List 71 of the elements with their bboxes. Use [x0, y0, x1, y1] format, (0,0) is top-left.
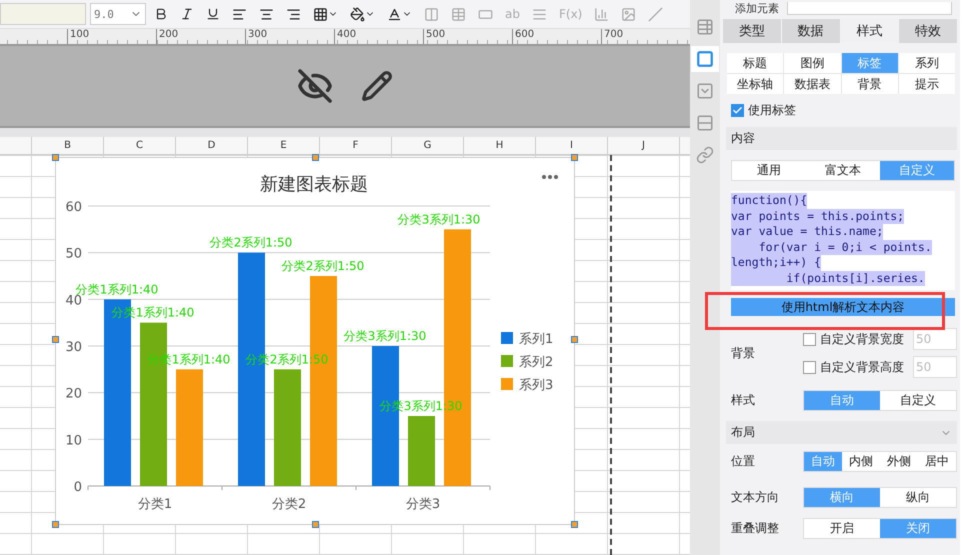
- section-header[interactable]: 内容: [726, 127, 957, 150]
- field-label: 重叠调整: [731, 520, 780, 537]
- ruler-tick-label: 400: [334, 29, 423, 44]
- subtab[interactable]: 系列: [898, 53, 955, 73]
- field-label: 样式: [731, 392, 756, 409]
- font-size-field[interactable]: 9.0: [90, 3, 146, 25]
- subtab[interactable]: 坐标轴: [727, 74, 784, 94]
- checkbox-label: 使用标签: [748, 102, 796, 118]
- subtab[interactable]: 数据表: [784, 74, 840, 94]
- ruler-tick-label: 200: [156, 29, 245, 44]
- ruler-tick-label: 100: [67, 29, 156, 44]
- code-editor[interactable]: function(){ var points = this.points; var value = this.name; for(var i = 0;i < points. length;i++) { if(points[i].series.: [731, 191, 955, 290]
- eye-off-icon[interactable]: [297, 68, 333, 104]
- y-tick-label: 50: [65, 246, 82, 262]
- bar: [408, 416, 435, 486]
- legend-label: 系列3: [519, 378, 554, 393]
- tab[interactable]: 类型: [723, 19, 781, 43]
- y-tick-label: 60: [65, 200, 82, 215]
- y-tick-label: 20: [65, 386, 82, 402]
- data-label: 分类2系列1:50: [282, 259, 364, 273]
- pencil-icon[interactable]: [361, 70, 393, 102]
- add-element-field[interactable]: [787, 2, 952, 15]
- ruler-tick-label: 500: [423, 29, 512, 44]
- html-parse-button[interactable]: 使用html解析文本内容: [731, 298, 955, 316]
- legend-label: 系列2: [519, 355, 554, 370]
- x-category-label: 分类3: [406, 497, 440, 512]
- checkbox[interactable]: [731, 104, 744, 116]
- y-tick-label: 0: [74, 480, 82, 495]
- subtab[interactable]: 提示: [898, 74, 955, 94]
- field-label: 文本方向: [731, 489, 780, 506]
- resize-handle[interactable]: [571, 521, 578, 528]
- column-header[interactable]: H: [464, 137, 536, 154]
- ruler-tick-label: 300: [245, 29, 334, 44]
- field-label: 背景: [731, 344, 756, 362]
- resize-handle[interactable]: [52, 154, 59, 161]
- data-label: 分类3系列1:30: [344, 329, 426, 343]
- checkbox[interactable]: [803, 360, 816, 374]
- x-category-label: 分类2: [272, 497, 306, 512]
- checkbox[interactable]: [803, 332, 816, 346]
- resize-handle[interactable]: [571, 154, 578, 161]
- y-tick-label: 30: [65, 340, 82, 355]
- column-header[interactable]: C: [104, 137, 176, 154]
- data-label: 分类2系列1:50: [210, 236, 292, 250]
- line-icon[interactable]: [646, 4, 666, 24]
- y-tick-label: 10: [65, 433, 82, 448]
- column-header[interactable]: G: [392, 137, 464, 154]
- tab[interactable]: 数据: [782, 19, 840, 43]
- column-header[interactable]: J: [608, 137, 680, 154]
- resize-handle[interactable]: [52, 336, 59, 343]
- chart-title: 新建图表标题: [260, 174, 368, 195]
- x-category-label: 分类1: [138, 497, 172, 512]
- column-header[interactable]: F: [320, 137, 392, 154]
- tab[interactable]: 特效: [899, 19, 957, 43]
- legend-label: 系列1: [519, 332, 554, 347]
- checkbox-label: 自定义背景高度: [820, 358, 904, 376]
- resize-handle[interactable]: [52, 521, 59, 528]
- subtab[interactable]: 图例: [784, 53, 840, 73]
- ruler-tick-label: 600: [512, 29, 601, 44]
- more-icon[interactable]: [542, 175, 558, 179]
- resize-handle[interactable]: [312, 154, 319, 161]
- checkbox-label: 自定义背景宽度: [820, 330, 904, 348]
- resize-handle[interactable]: [312, 521, 319, 528]
- data-label: 分类3系列1:30: [398, 212, 480, 226]
- section-header[interactable]: 布局: [726, 421, 957, 444]
- add-element-label: 添加元素: [735, 2, 779, 15]
- font-name-field[interactable]: [0, 3, 86, 25]
- subtab[interactable]: 标题: [727, 53, 784, 73]
- field-label: 位置: [731, 453, 756, 470]
- column-header[interactable]: D: [176, 137, 248, 154]
- subtab[interactable]: 背景: [842, 74, 898, 94]
- resize-handle[interactable]: [571, 336, 578, 343]
